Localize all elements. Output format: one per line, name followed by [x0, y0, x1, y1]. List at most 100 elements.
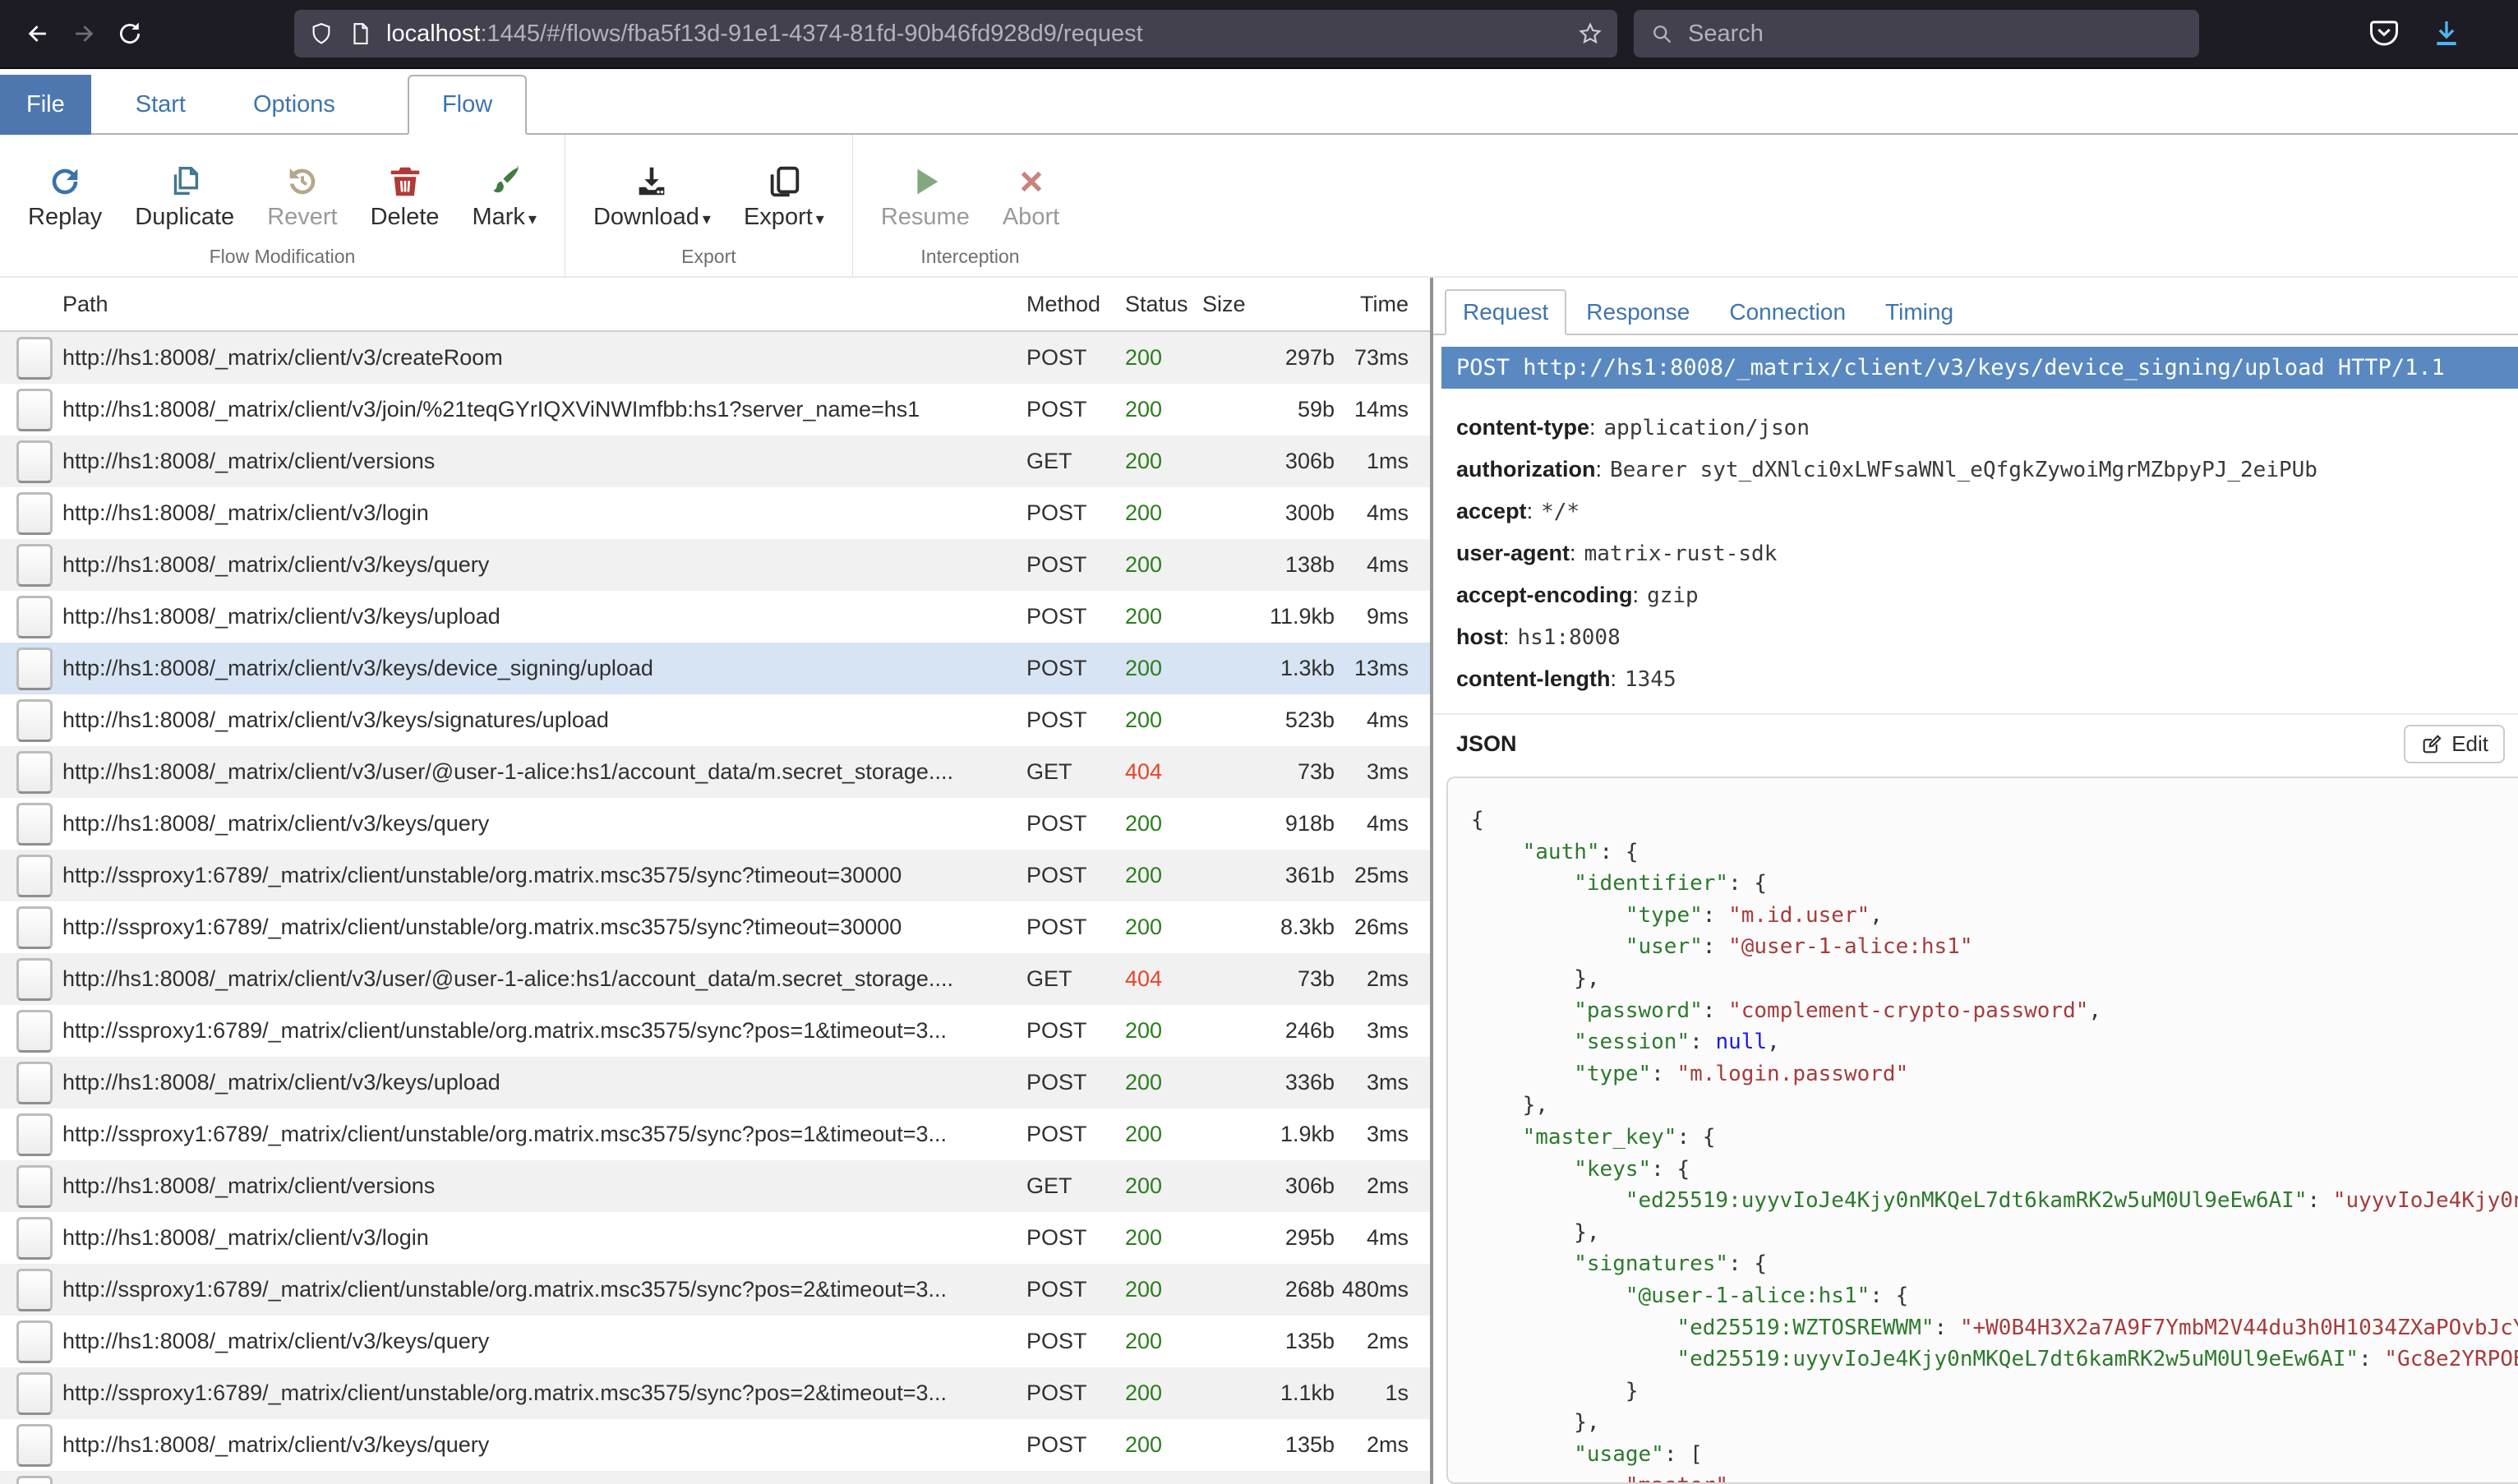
flow-method: GET — [1026, 1173, 1125, 1199]
duplicate-icon — [166, 154, 204, 200]
table-row[interactable]: http://ssproxy1:6789/_matrix/client/unst… — [0, 1264, 1430, 1316]
page-info-icon[interactable] — [348, 21, 373, 46]
flow-table-header[interactable]: Path Method Status Size Time — [0, 278, 1430, 332]
tab-request[interactable]: Request — [1445, 289, 1566, 335]
revert-button[interactable]: Revert — [251, 154, 353, 231]
flow-method: POST — [1026, 345, 1125, 371]
request-first-line[interactable]: POST http://hs1:8008/_matrix/client/v3/k… — [1441, 347, 2518, 389]
edit-button[interactable]: Edit — [2404, 725, 2505, 763]
flow-method: GET — [1026, 759, 1125, 785]
flow-time: 2ms — [1335, 1329, 1409, 1354]
flow-table: Path Method Status Size Time http://hs1:… — [0, 278, 1433, 1484]
table-row[interactable]: http://hs1:8008/_matrix/client/v3/keys/d… — [0, 643, 1430, 694]
header-value: gzip — [1647, 583, 1699, 608]
column-status[interactable]: Status — [1125, 292, 1199, 317]
table-row[interactable]: http://ssproxy1:6789/_matrix/client/unst… — [0, 1367, 1430, 1419]
tab-connection[interactable]: Connection — [1709, 291, 1865, 334]
table-row[interactable]: http://hs1:8008/_matrix/client/v3/keys/s… — [0, 694, 1430, 746]
tab-file[interactable]: File — [0, 75, 91, 135]
flow-method: POST — [1026, 915, 1125, 940]
forward-button[interactable] — [61, 11, 107, 57]
table-row[interactable]: http://hs1:8008/_matrix/client/v3/login … — [0, 1212, 1430, 1264]
table-row[interactable]: http://ssproxy1:6789/_matrix/client/unst… — [0, 901, 1430, 953]
pocket-icon[interactable] — [2368, 17, 2400, 50]
flow-time: 4ms — [1335, 811, 1409, 836]
delete-icon — [386, 154, 424, 200]
json-line: "@user-1-alice:hs1": { — [1471, 1280, 2518, 1312]
download-button[interactable]: Download▾ — [577, 154, 727, 231]
json-line: "signatures": { — [1471, 1248, 2518, 1280]
table-row[interactable]: http://ssproxy1:6789/_matrix/client/unst… — [0, 1108, 1430, 1160]
flow-type-icon — [16, 958, 53, 1001]
flow-method: POST — [1026, 863, 1125, 888]
abort-button[interactable]: Abort — [986, 154, 1076, 231]
table-row[interactable]: http://hs1:8008/_matrix/client/v3/keys/q… — [0, 539, 1430, 591]
column-method[interactable]: Method — [1026, 292, 1125, 317]
request-header-line: user-agent: matrix-rust-sdk — [1456, 532, 2518, 574]
table-row[interactable]: http://hs1:8008/_matrix/client/v3/join/%… — [0, 384, 1430, 436]
flow-size: 135b — [1199, 1329, 1335, 1354]
flow-method: POST — [1026, 552, 1125, 578]
url-bar[interactable]: localhost:1445/#/flows/fba5f13d-91e1-437… — [294, 10, 1617, 58]
flow-method: POST — [1026, 656, 1125, 681]
json-line: "password": "complement-crypto-password"… — [1471, 995, 2518, 1027]
table-row[interactable] — [0, 1471, 1430, 1484]
mark-button[interactable]: Mark▾ — [455, 154, 553, 231]
replay-button[interactable]: Replay — [12, 154, 118, 231]
flow-status: 200 — [1125, 1173, 1199, 1199]
flow-status: 200 — [1125, 1018, 1199, 1044]
request-header-line: host: hs1:8008 — [1456, 616, 2518, 658]
flow-type-icon — [16, 492, 53, 535]
tab-flow[interactable]: Flow — [408, 75, 527, 135]
table-row[interactable]: http://hs1:8008/_matrix/client/v3/login … — [0, 487, 1430, 539]
flow-type-icon — [16, 751, 53, 794]
table-row[interactable]: http://hs1:8008/_matrix/client/versions … — [0, 436, 1430, 487]
flow-type-icon — [16, 1424, 53, 1467]
json-line: }, — [1471, 1090, 2518, 1122]
flow-size: 1.1kb — [1199, 1380, 1335, 1406]
detail-tabs: RequestResponseConnectionTiming — [1433, 278, 2518, 335]
table-row[interactable]: http://hs1:8008/_matrix/client/v3/keys/u… — [0, 1057, 1430, 1108]
table-row[interactable]: http://hs1:8008/_matrix/client/versions … — [0, 1160, 1430, 1212]
table-row[interactable]: http://hs1:8008/_matrix/client/v3/user/@… — [0, 953, 1430, 1005]
search-icon — [1650, 22, 1673, 45]
table-row[interactable]: http://hs1:8008/_matrix/client/v3/keys/q… — [0, 1316, 1430, 1367]
header-name: host — [1456, 624, 1503, 650]
flow-type-icon — [16, 1320, 53, 1363]
tab-start[interactable]: Start — [113, 76, 209, 133]
back-button[interactable] — [15, 11, 61, 57]
reload-button[interactable] — [107, 11, 153, 57]
search-bar[interactable]: Search — [1634, 10, 2199, 58]
flow-size: 73b — [1199, 966, 1335, 992]
json-body-view[interactable]: { "auth": { "identifier": { "type": "m.i… — [1446, 777, 2518, 1484]
table-row[interactable]: http://hs1:8008/_matrix/client/v3/user/@… — [0, 746, 1430, 798]
flow-path: http://ssproxy1:6789/_matrix/client/unst… — [62, 1122, 1026, 1147]
flow-type-icon — [16, 1476, 53, 1484]
flow-method: POST — [1026, 604, 1125, 629]
resume-button[interactable]: Resume — [865, 154, 986, 231]
tab-response[interactable]: Response — [1566, 291, 1709, 334]
shield-icon[interactable] — [309, 21, 334, 46]
table-row[interactable]: http://hs1:8008/_matrix/client/v3/keys/u… — [0, 591, 1430, 643]
export-button[interactable]: Export▾ — [727, 154, 841, 231]
table-row[interactable]: http://hs1:8008/_matrix/client/v3/create… — [0, 332, 1430, 384]
url-text[interactable]: localhost:1445/#/flows/fba5f13d-91e1-437… — [386, 21, 1578, 48]
bookmark-star-icon[interactable] — [1578, 21, 1603, 46]
tab-timing[interactable]: Timing — [1865, 291, 1973, 334]
column-path[interactable]: Path — [62, 292, 1026, 317]
column-time[interactable]: Time — [1335, 292, 1409, 317]
request-header-line: accept-encoding: gzip — [1456, 574, 2518, 616]
flow-path: http://hs1:8008/_matrix/client/v3/user/@… — [62, 759, 1026, 785]
tab-options[interactable]: Options — [230, 76, 358, 133]
json-line: { — [1471, 804, 2518, 836]
column-size[interactable]: Size — [1199, 292, 1335, 317]
request-headers: content-type: application/json authoriza… — [1433, 402, 2518, 700]
table-row[interactable]: http://ssproxy1:6789/_matrix/client/unst… — [0, 850, 1430, 901]
browser-toolbar: localhost:1445/#/flows/fba5f13d-91e1-437… — [0, 0, 2518, 69]
delete-button[interactable]: Delete — [354, 154, 456, 231]
table-row[interactable]: http://hs1:8008/_matrix/client/v3/keys/q… — [0, 798, 1430, 850]
table-row[interactable]: http://hs1:8008/_matrix/client/v3/keys/q… — [0, 1419, 1430, 1471]
duplicate-button[interactable]: Duplicate — [118, 154, 251, 231]
downloads-icon[interactable] — [2430, 17, 2463, 50]
table-row[interactable]: http://ssproxy1:6789/_matrix/client/unst… — [0, 1005, 1430, 1057]
